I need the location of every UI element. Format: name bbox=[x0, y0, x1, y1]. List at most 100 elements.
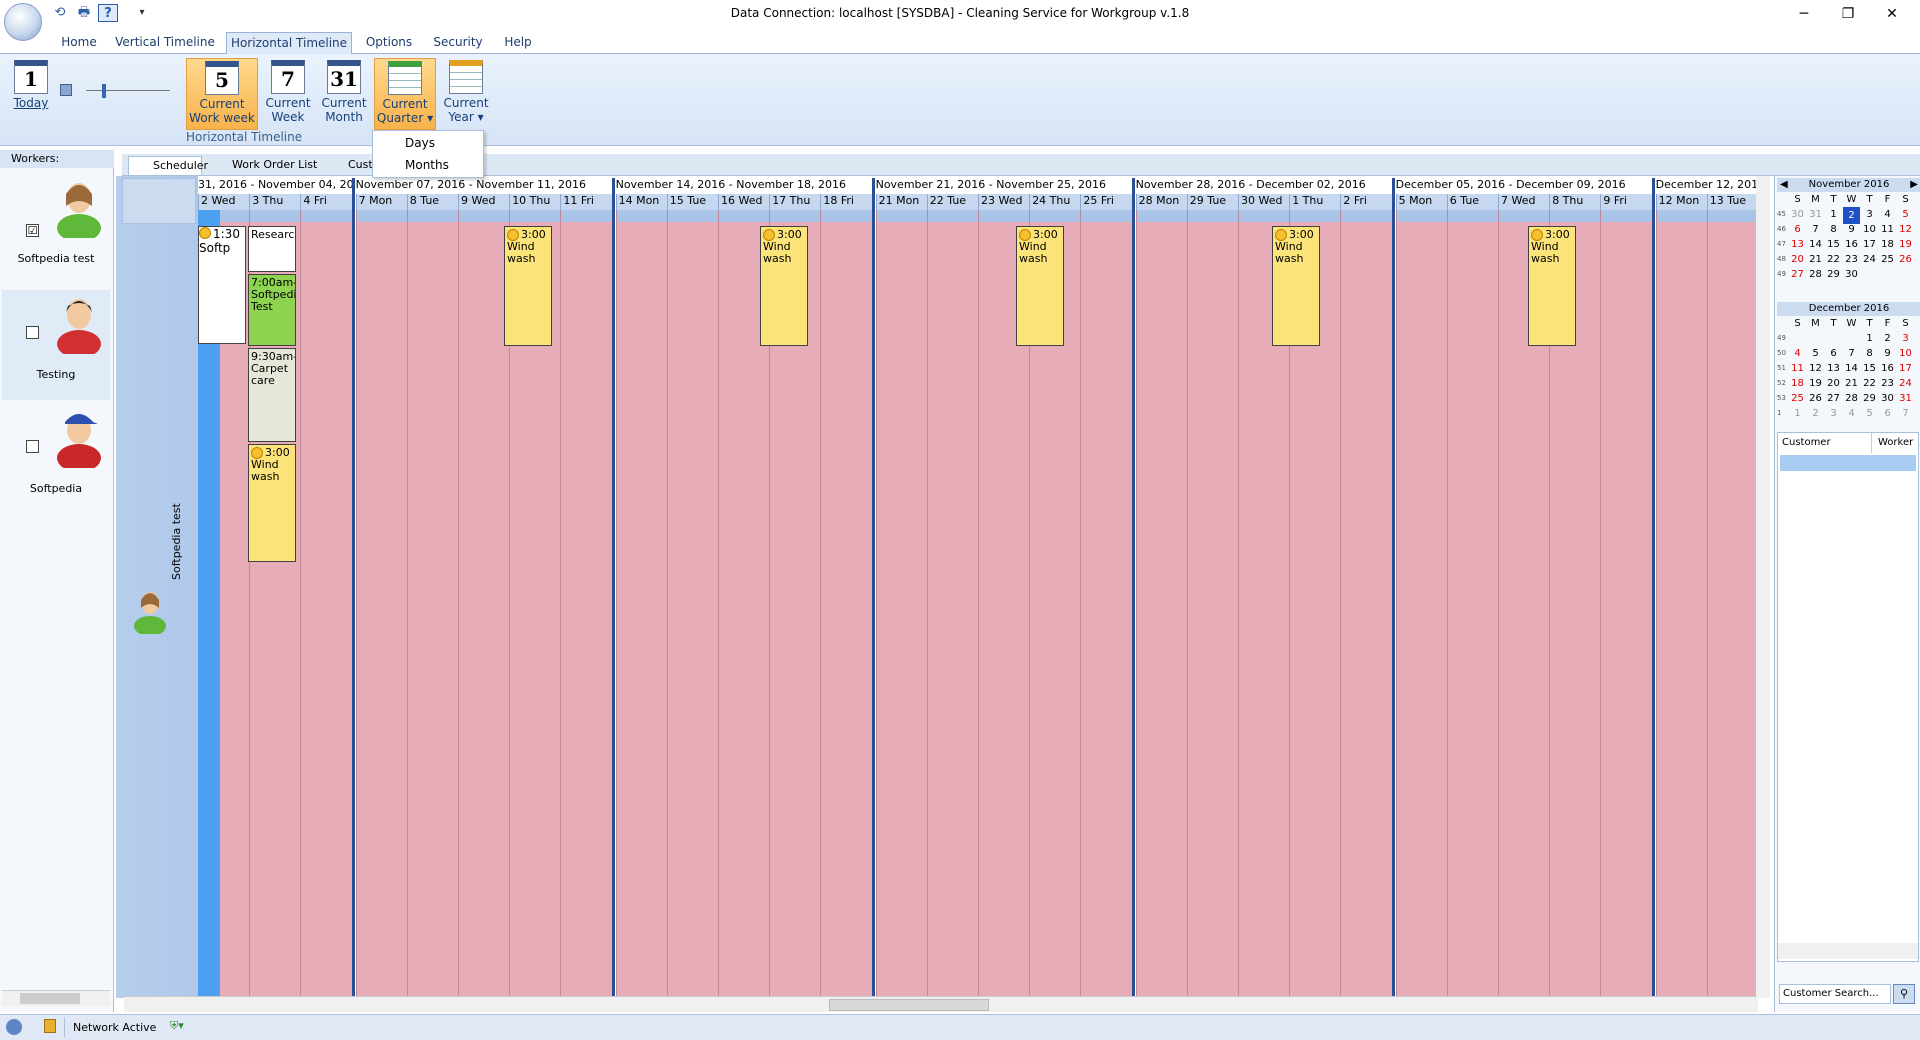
calendar-day[interactable]: 24 bbox=[1897, 376, 1914, 391]
shield-icon[interactable]: ⛨▾ bbox=[170, 1019, 192, 1035]
calendar-day[interactable]: 30 bbox=[1843, 267, 1860, 282]
calendar-day[interactable]: 2 bbox=[1879, 331, 1896, 346]
day-header[interactable]: 6 Tue bbox=[1446, 194, 1498, 210]
zoom-slider[interactable] bbox=[86, 82, 170, 100]
calendar-day[interactable]: 26 bbox=[1807, 391, 1824, 406]
day-header[interactable]: 2 Wed bbox=[198, 194, 250, 210]
minimize-button[interactable]: ─ bbox=[1782, 2, 1826, 26]
day-column[interactable] bbox=[926, 210, 978, 998]
tab-horizontal-timeline[interactable]: Horizontal Timeline bbox=[226, 32, 352, 54]
day-allday-slot[interactable] bbox=[510, 210, 561, 222]
day-header[interactable]: 7 Wed bbox=[1497, 194, 1550, 210]
day-header[interactable]: 28 Mon bbox=[1135, 194, 1187, 210]
worker-checkbox[interactable] bbox=[26, 326, 39, 339]
day-allday-slot[interactable] bbox=[770, 210, 821, 222]
day-header[interactable]: 22 Tue bbox=[926, 194, 978, 210]
day-column[interactable] bbox=[1340, 210, 1392, 998]
day-header[interactable]: 14 Mon bbox=[615, 194, 667, 210]
calendar-day[interactable]: 15 bbox=[1861, 361, 1878, 376]
calendar-day[interactable]: 6 bbox=[1825, 346, 1842, 361]
menu-item-days[interactable]: Days bbox=[405, 133, 435, 153]
calendar-day[interactable]: 1 bbox=[1825, 207, 1842, 222]
current-month-button[interactable]: 31 Current Month bbox=[318, 58, 370, 130]
day-header[interactable]: 16 Wed bbox=[717, 194, 770, 210]
appointment[interactable]: 3:00 Wind wash bbox=[760, 226, 808, 346]
day-allday-slot[interactable] bbox=[1498, 210, 1550, 222]
calendar-day[interactable]: 11 bbox=[1789, 361, 1806, 376]
day-allday-slot[interactable] bbox=[250, 210, 301, 222]
appointment[interactable]: 3:00 Wind wash bbox=[248, 444, 296, 562]
calendar-day[interactable]: 8 bbox=[1861, 346, 1878, 361]
calendar-day[interactable]: 9 bbox=[1879, 346, 1896, 361]
day-allday-slot[interactable] bbox=[1136, 210, 1187, 222]
day-header[interactable]: 30 Wed bbox=[1237, 194, 1290, 210]
customer-row[interactable] bbox=[1780, 455, 1916, 471]
calendar-day[interactable]: 6 bbox=[1879, 406, 1896, 421]
day-allday-slot[interactable] bbox=[1030, 210, 1081, 222]
day-allday-slot[interactable] bbox=[356, 210, 407, 222]
calendar-day[interactable]: 22 bbox=[1861, 376, 1878, 391]
day-allday-slot[interactable] bbox=[1707, 210, 1758, 222]
calendar-day[interactable]: 10 bbox=[1897, 346, 1914, 361]
binoculars-icon[interactable]: ⚲ bbox=[1893, 984, 1915, 1004]
calendar-day[interactable]: 20 bbox=[1789, 252, 1806, 267]
calendar-day[interactable]: 7 bbox=[1843, 346, 1860, 361]
calendar-day[interactable]: 28 bbox=[1807, 267, 1824, 282]
day-header[interactable]: 8 Tue bbox=[406, 194, 458, 210]
day-allday-slot[interactable] bbox=[1550, 210, 1601, 222]
next-month-icon[interactable]: ▶ bbox=[1910, 178, 1918, 192]
timeline-horizontal-scrollbar[interactable] bbox=[124, 996, 1758, 1012]
calendar-day[interactable]: 14 bbox=[1807, 237, 1824, 252]
mini-calendar-november[interactable]: ◀ November 2016 ▶ S M T W T F S 45 30 31 1 2 3 4 5 46 6 7 8 9… bbox=[1777, 178, 1920, 282]
day-column[interactable] bbox=[1655, 210, 1707, 998]
day-allday-slot[interactable] bbox=[616, 210, 667, 222]
calendar-day[interactable]: 14 bbox=[1843, 361, 1860, 376]
column-header-worker[interactable]: Worker bbox=[1874, 433, 1918, 453]
calendar-day[interactable]: 26 bbox=[1897, 252, 1914, 267]
day-header[interactable]: 4 Fri bbox=[300, 194, 352, 210]
day-allday-slot[interactable] bbox=[927, 210, 978, 222]
day-header[interactable]: 2 Fri bbox=[1340, 194, 1392, 210]
calendar-day[interactable]: 29 bbox=[1825, 267, 1842, 282]
day-allday-slot[interactable] bbox=[1290, 210, 1341, 222]
calendar-day[interactable]: 5 bbox=[1861, 406, 1878, 421]
day-allday-slot[interactable] bbox=[667, 210, 718, 222]
day-column[interactable] bbox=[1186, 210, 1238, 998]
day-allday-slot[interactable] bbox=[1187, 210, 1238, 222]
day-column[interactable] bbox=[666, 210, 718, 998]
calendar-day[interactable]: 6 bbox=[1789, 222, 1806, 237]
calendar-day[interactable]: 5 bbox=[1807, 346, 1824, 361]
worker-item[interactable]: ☑ Softpedia test bbox=[2, 172, 110, 282]
day-allday-slot[interactable] bbox=[561, 210, 612, 222]
day-column[interactable] bbox=[560, 210, 612, 998]
day-column[interactable] bbox=[457, 210, 510, 998]
tab-scheduler[interactable]: Scheduler bbox=[128, 156, 208, 176]
calendar-day[interactable]: 7 bbox=[1807, 222, 1824, 237]
timeline-vertical-tools[interactable] bbox=[1756, 176, 1770, 998]
appointment[interactable]: 3:00 Wind wash bbox=[1272, 226, 1320, 346]
day-allday-slot[interactable] bbox=[458, 210, 510, 222]
worker-item[interactable]: Softpedia bbox=[2, 404, 110, 514]
calendar-day[interactable]: 4 bbox=[1789, 346, 1806, 361]
calendar-day[interactable]: 3 bbox=[1897, 331, 1914, 346]
day-header[interactable]: 24 Thu bbox=[1029, 194, 1081, 210]
day-header[interactable]: 13 Tue bbox=[1706, 194, 1758, 210]
maximize-button[interactable]: ❐ bbox=[1826, 2, 1870, 26]
calendar-day[interactable]: 28 bbox=[1843, 391, 1860, 406]
day-header[interactable]: 7 Mon bbox=[355, 194, 407, 210]
day-column[interactable] bbox=[820, 210, 872, 998]
appointment[interactable]: 9:30am- Carpet care bbox=[248, 348, 296, 442]
calendar-day[interactable]: 27 bbox=[1825, 391, 1842, 406]
current-quarter-button[interactable]: Current Quarter ▾ bbox=[374, 58, 436, 130]
calendar-day[interactable]: 13 bbox=[1789, 237, 1806, 252]
day-header[interactable]: 9 Fri bbox=[1600, 194, 1652, 210]
customer-scrollbar[interactable] bbox=[1778, 943, 1918, 959]
scrollbar-thumb[interactable] bbox=[829, 999, 989, 1011]
customer-search-input[interactable]: Customer Search... bbox=[1779, 984, 1891, 1004]
calendar-day[interactable]: 30 bbox=[1879, 391, 1896, 406]
day-header[interactable]: 1 Thu bbox=[1289, 194, 1341, 210]
current-work-week-button[interactable]: 5 Current Work week bbox=[186, 58, 258, 130]
calendar-day[interactable]: 30 bbox=[1789, 207, 1806, 222]
calendar-day[interactable]: 16 bbox=[1843, 237, 1860, 252]
calendar-day[interactable]: 21 bbox=[1807, 252, 1824, 267]
